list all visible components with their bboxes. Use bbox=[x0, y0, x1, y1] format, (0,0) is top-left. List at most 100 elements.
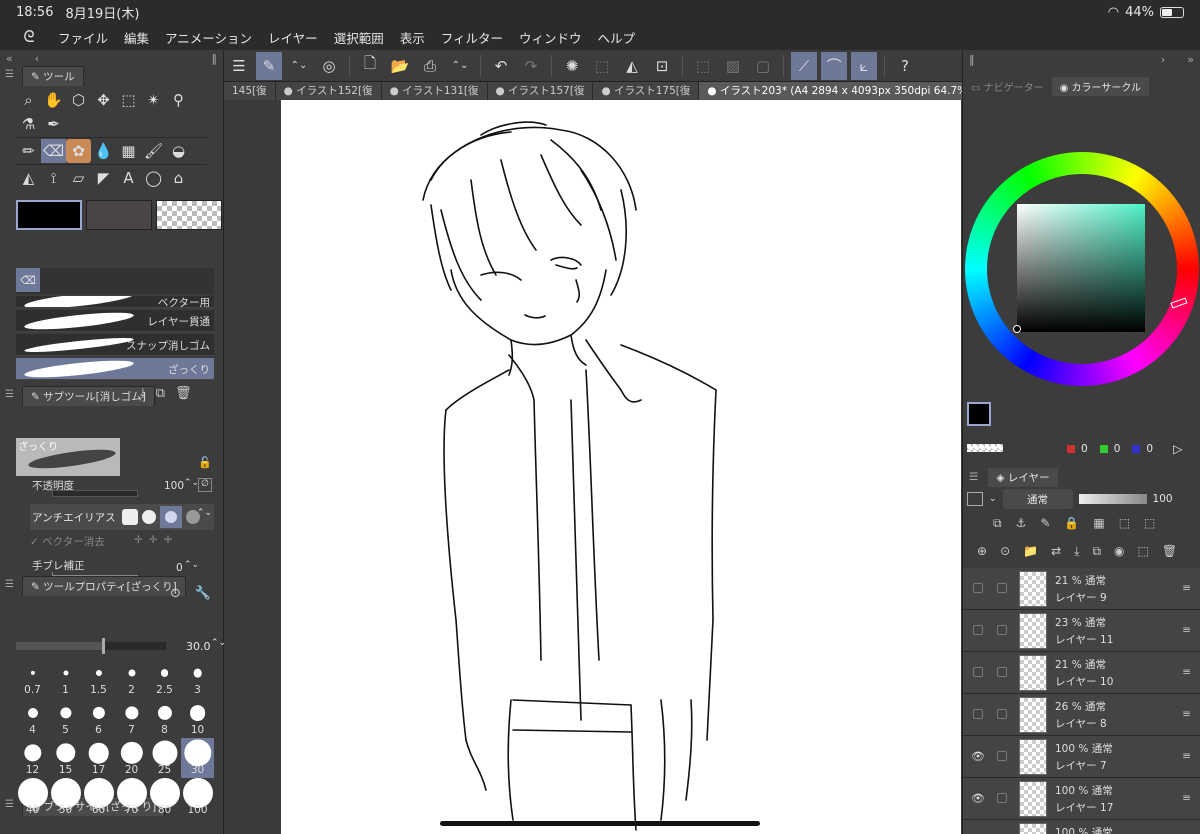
play-icon[interactable]: ▷ bbox=[1173, 442, 1182, 456]
subtool-item[interactable]: スナップ消しゴム bbox=[16, 334, 214, 356]
subtool-item[interactable]: レイヤー貫通 bbox=[16, 309, 214, 333]
balloon-tool-icon[interactable]: ◯ bbox=[141, 166, 166, 190]
fill-tool-icon[interactable]: ⚗ bbox=[16, 112, 41, 136]
visibility-checkbox[interactable] bbox=[973, 625, 983, 635]
document-tab[interactable]: ● イラスト131[復 bbox=[382, 82, 488, 100]
object-tool-icon[interactable]: ⬡ bbox=[66, 88, 91, 112]
menu-layer[interactable]: レイヤー bbox=[268, 28, 318, 47]
brush-size-option[interactable]: 30 bbox=[181, 738, 214, 778]
link-icon[interactable]: ∅ bbox=[198, 478, 212, 492]
stepper-icon[interactable]: ⌃⌄ bbox=[447, 52, 473, 80]
brush-size-option[interactable]: 2.5 bbox=[148, 658, 181, 698]
panel-grip-icon[interactable]: ‖ bbox=[212, 52, 218, 65]
figure-tool-icon[interactable]: ⟟ bbox=[41, 166, 66, 190]
mask-view-icon[interactable]: ⬚ bbox=[1144, 516, 1155, 531]
layer-row[interactable]: 21 % 通常 レイヤー 10 ≡ bbox=[963, 652, 1200, 694]
sub-color-swatch[interactable] bbox=[86, 200, 152, 230]
delete-layer-icon[interactable]: 🗑 bbox=[1162, 544, 1177, 559]
layer-tab[interactable]: ◈ レイヤー bbox=[988, 467, 1058, 487]
brush-tool-icon[interactable]: 🖌 bbox=[141, 139, 166, 163]
stepper-icon[interactable]: ⌃⌄ bbox=[184, 560, 199, 570]
save-icon[interactable]: ⎙ bbox=[417, 52, 443, 80]
blend-mode-select[interactable]: 通常 bbox=[1002, 489, 1073, 509]
drag-handle-icon[interactable]: ≡ bbox=[1182, 624, 1191, 636]
new-file-icon[interactable]: 🗋 bbox=[357, 52, 383, 80]
subtool-panel-tab[interactable]: ✎ サブツール[消しゴム] bbox=[22, 386, 155, 406]
brush-size-option[interactable]: 0.7 bbox=[16, 658, 49, 698]
menu-filter[interactable]: フィルター bbox=[441, 28, 503, 47]
brush-size-option[interactable]: 7 bbox=[115, 698, 148, 738]
new-folder-icon[interactable]: 📁 bbox=[1023, 544, 1038, 559]
menu-icon[interactable]: ☰ bbox=[226, 52, 252, 80]
color-circle-tab[interactable]: ◉ カラーサークル bbox=[1051, 76, 1150, 96]
drag-handle-icon[interactable]: ≡ bbox=[1182, 708, 1191, 720]
menu-selection[interactable]: 選択範囲 bbox=[334, 28, 384, 47]
saturation-value-square[interactable] bbox=[1017, 204, 1145, 332]
lock-checkbox[interactable] bbox=[997, 667, 1007, 677]
frame-tool-icon[interactable]: ▱ bbox=[66, 166, 91, 190]
brush-size-option[interactable]: 4 bbox=[16, 698, 49, 738]
chevron-right-icon[interactable]: › bbox=[1161, 53, 1165, 66]
merge-layer-icon[interactable]: ⤓ bbox=[1074, 544, 1079, 559]
document-tab[interactable]: ● イラスト152[復 bbox=[276, 82, 382, 100]
menu-animation[interactable]: アニメーション bbox=[165, 28, 252, 47]
visibility-checkbox[interactable] bbox=[973, 709, 983, 719]
redo-icon[interactable]: ↷ bbox=[518, 52, 544, 80]
hand-tool-icon[interactable]: ✋ bbox=[41, 88, 66, 112]
vector-erase-options[interactable]: ✛✛✛ bbox=[134, 534, 178, 546]
lock-checkbox[interactable] bbox=[997, 625, 1007, 635]
document-tab[interactable]: ● イラスト157[復 bbox=[488, 82, 594, 100]
stepper-icon[interactable]: ⌃⌄ bbox=[286, 52, 312, 80]
brush-size-option[interactable]: 70 bbox=[115, 778, 148, 818]
main-color-mini[interactable] bbox=[967, 402, 991, 426]
brushsize-handle[interactable] bbox=[102, 638, 105, 654]
menu-window[interactable]: ウィンドウ bbox=[519, 28, 582, 47]
swirl-icon[interactable]: ◎ bbox=[316, 52, 342, 80]
lock-transparency-icon[interactable]: ▦ bbox=[1093, 516, 1104, 531]
drag-handle-icon[interactable]: ≡ bbox=[1182, 582, 1191, 594]
draft-layer-icon[interactable]: ✎ bbox=[1040, 516, 1050, 531]
brush-size-option[interactable]: 10 bbox=[181, 698, 214, 738]
brush-size-option[interactable]: 12 bbox=[16, 738, 49, 778]
layer-row[interactable]: 23 % 通常 レイヤー 11 ≡ bbox=[963, 610, 1200, 652]
lock-checkbox[interactable] bbox=[997, 751, 1007, 761]
duplicate-layer-icon[interactable]: ⧉ bbox=[1092, 544, 1101, 559]
pencil-icon[interactable]: ✏ bbox=[16, 139, 41, 163]
edit-mode-icon[interactable]: ✎ bbox=[256, 51, 282, 80]
layer-row[interactable]: 👁 100 % 通常 レイヤー 17 ≡ bbox=[963, 778, 1200, 820]
layer-color-icon[interactable] bbox=[967, 492, 983, 506]
transform-icon[interactable]: ⊡ bbox=[649, 52, 675, 80]
snap-ruler-icon[interactable]: ⟋ bbox=[791, 51, 817, 80]
loading-icon[interactable]: ✺ bbox=[559, 52, 585, 80]
help-icon[interactable]: ? bbox=[892, 52, 918, 80]
panel-grip-icon[interactable]: ‖ bbox=[969, 53, 975, 66]
brush-size-option[interactable]: 2 bbox=[115, 658, 148, 698]
chevron-down-icon[interactable]: ⌄ bbox=[989, 494, 997, 504]
reference-layer-icon[interactable]: ⚓ bbox=[1016, 516, 1027, 531]
undo-icon[interactable]: ↶ bbox=[488, 52, 514, 80]
collapse-left-icon[interactable]: « bbox=[6, 52, 13, 65]
lock-checkbox[interactable] bbox=[997, 583, 1007, 593]
visibility-checkbox[interactable] bbox=[973, 667, 983, 677]
menu-view[interactable]: 表示 bbox=[400, 28, 425, 47]
tool-panel-tab[interactable]: ✎ ツール bbox=[22, 66, 84, 86]
brush-size-option[interactable]: 100 bbox=[181, 778, 214, 818]
clip-layer-icon[interactable]: ⧉ bbox=[993, 516, 1002, 531]
home-indicator[interactable] bbox=[440, 821, 760, 826]
brush-size-option[interactable]: 1 bbox=[49, 658, 82, 698]
transparent-mini[interactable] bbox=[967, 444, 1003, 452]
magic-wand-icon[interactable]: ✴ bbox=[141, 88, 166, 112]
brush-size-option[interactable]: 25 bbox=[148, 738, 181, 778]
eraser-group-icon[interactable]: ⌫ bbox=[16, 268, 40, 292]
subtool-item[interactable]: ベクター用 bbox=[16, 296, 214, 308]
move-layer-icon[interactable]: ⇄ bbox=[1051, 544, 1061, 559]
eye-icon[interactable]: 👁 bbox=[971, 792, 985, 805]
decoration-tool-icon[interactable]: ✿ bbox=[66, 139, 91, 163]
menu-help[interactable]: ヘルプ bbox=[598, 28, 636, 47]
correct-tool-icon[interactable]: ⌂ bbox=[166, 166, 191, 190]
panel-menu-icon[interactable]: ☰ bbox=[5, 799, 14, 810]
brush-size-option[interactable]: 50 bbox=[49, 778, 82, 818]
invert-selection-icon[interactable]: ▨ bbox=[720, 52, 746, 80]
drag-handle-icon[interactable]: ≡ bbox=[1182, 792, 1191, 804]
color-picker-handle[interactable] bbox=[1013, 325, 1021, 333]
